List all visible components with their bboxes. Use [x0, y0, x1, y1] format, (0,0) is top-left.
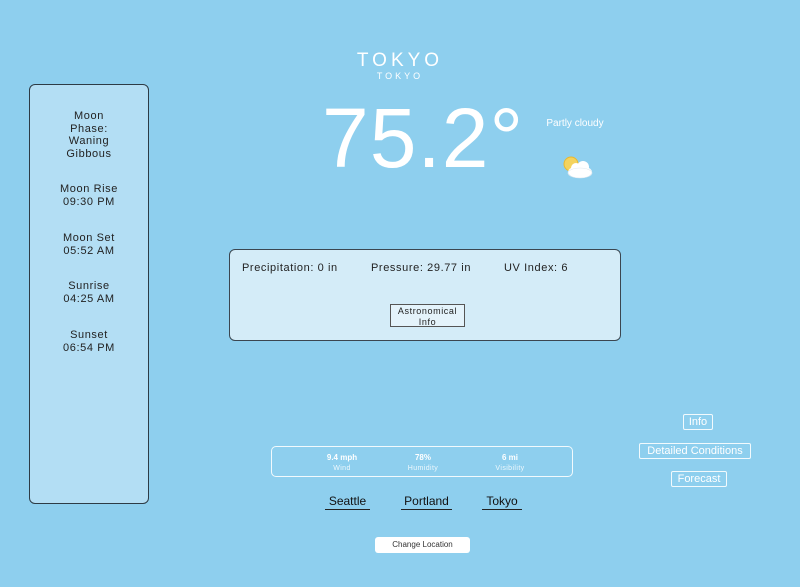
temperature: 75.2°: [322, 91, 525, 185]
info-button[interactable]: Info: [683, 414, 713, 430]
city-title: TOKYO: [356, 50, 444, 71]
city-link-tokyo[interactable]: Tokyo: [482, 494, 522, 510]
astronomy-sidebar: Moon Phase: Waning Gibbous Moon Rise 09:…: [29, 84, 149, 504]
city-link-portland[interactable]: Portland: [401, 494, 452, 510]
detailed-conditions-button[interactable]: Detailed Conditions: [639, 443, 751, 459]
change-location-button[interactable]: Change Location: [375, 537, 470, 553]
forecast-button[interactable]: Forecast: [671, 471, 727, 487]
details-panel: Precipitation: 0 in Pressure: 29.77 in U…: [229, 249, 621, 341]
pressure: Pressure: 29.77 in: [371, 262, 472, 274]
astronomical-info-button[interactable]: Astronomical Info: [390, 304, 465, 327]
sunset: Sunset 06:54 PM: [63, 329, 115, 354]
precipitation: Precipitation: 0 in: [242, 262, 338, 274]
moon-phase: Moon Phase: Waning Gibbous: [66, 110, 112, 160]
moon-rise: Moon Rise 09:30 PM: [60, 183, 118, 208]
region-subtitle: TOKYO: [376, 71, 424, 81]
partly-cloudy-icon: [563, 156, 593, 179]
city-link-seattle[interactable]: Seattle: [325, 494, 370, 510]
moon-set: Moon Set 05:52 AM: [63, 232, 115, 257]
condition-text: Partly cloudy: [546, 118, 604, 129]
uv-index: UV Index: 6: [504, 262, 569, 274]
stats-bar: 9.4 mph Wind 78% Humidity 6 mi Visibilit…: [271, 446, 573, 477]
sunrise: Sunrise 04:25 AM: [63, 280, 115, 305]
